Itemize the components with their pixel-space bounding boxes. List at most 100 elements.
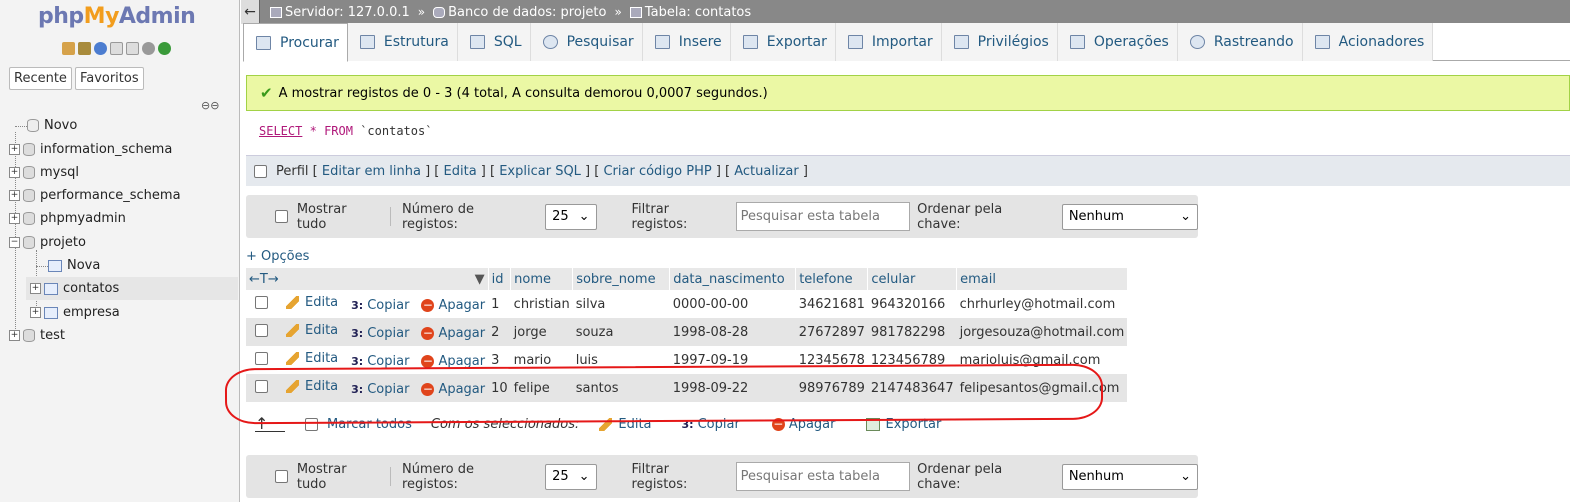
rows-select[interactable]: 25 ⌄ (545, 463, 597, 490)
column-nome[interactable]: nome (510, 268, 574, 290)
edit-row-button[interactable]: Edita (286, 295, 338, 310)
tab-triggers[interactable]: Acionadores (1302, 23, 1434, 61)
row-checkbox[interactable] (255, 352, 268, 365)
tree-item-empresa[interactable]: + empresa (30, 305, 120, 320)
chevron-down-icon: ⌄ (1180, 469, 1191, 484)
red-highlight-annotation (224, 363, 1104, 425)
tree-item-test[interactable]: + test (9, 328, 65, 343)
docs2-icon[interactable] (126, 42, 139, 55)
copy-row-button[interactable]: 3: Copiar (351, 326, 409, 341)
sort-triangle-icon: ▼ (474, 271, 485, 287)
tab-sql[interactable]: SQL (457, 23, 531, 61)
refresh-link[interactable]: Actualizar (734, 164, 798, 179)
tab-export[interactable]: Exportar (730, 23, 836, 61)
expand-icon: + (30, 283, 41, 294)
show-all-checkbox[interactable] (275, 210, 288, 223)
breadcrumb-table[interactable]: Tabela: contatos (629, 5, 751, 20)
search-icon (542, 35, 558, 49)
tree-item-information-schema[interactable]: + information_schema (9, 142, 172, 157)
filter-input[interactable]: Pesquisar esta tabela (735, 462, 911, 491)
home-icon[interactable] (62, 42, 75, 55)
exit-icon[interactable] (78, 42, 91, 55)
link-icon[interactable]: ⊖⊖ (201, 99, 219, 112)
tab-structure[interactable]: Estrutura (347, 23, 458, 61)
insert-icon (654, 35, 670, 49)
database-icon (433, 6, 446, 18)
expand-icon: + (9, 213, 20, 224)
breadcrumb: ← Servidor: 127.0.0.1 » Banco de dados: … (241, 0, 1570, 24)
delete-row-button[interactable]: − Apagar (421, 298, 485, 313)
show-all-checkbox[interactable] (275, 470, 288, 483)
docs-icon[interactable] (110, 42, 123, 55)
tree-item-new[interactable]: Novo (27, 118, 77, 133)
wrench-icon (1069, 35, 1085, 49)
expand-icon: + (30, 307, 41, 318)
back-arrow-icon[interactable]: ← (241, 0, 260, 24)
chevron-down-icon: ⌄ (578, 469, 590, 484)
phpmyadmin-logo[interactable]: phpMyAdmin (38, 4, 196, 29)
column-data-nascimento[interactable]: data_nascimento (669, 268, 797, 290)
help-icon[interactable] (94, 42, 107, 55)
rows-select[interactable]: 25 ⌄ (545, 203, 597, 230)
edit-link[interactable]: Edita (444, 164, 477, 179)
breadcrumb-database[interactable]: Banco de dados: projeto (433, 5, 606, 20)
copy-row-button[interactable]: 3: Copiar (351, 298, 409, 313)
chevron-down-icon: ⌄ (1180, 209, 1191, 224)
table-icon (44, 282, 58, 295)
expand-icon: + (9, 144, 20, 155)
tab-insert[interactable]: Insere (642, 23, 731, 61)
tree-item-phpmyadmin[interactable]: + phpmyadmin (9, 211, 126, 226)
tab-bar: Procurar Estrutura SQL Pesquisar Insere … (243, 23, 1570, 62)
tree-item-mysql[interactable]: + mysql (9, 165, 79, 180)
quick-icons (62, 42, 171, 55)
eye-icon (1189, 35, 1205, 49)
server-icon (270, 6, 282, 18)
profile-checkbox[interactable] (254, 164, 267, 178)
tree-item-new-table[interactable]: Nova (48, 258, 100, 273)
tab-import[interactable]: Importar (835, 23, 942, 61)
navigation-bar-top: Mostrar tudo Número de registos: 25 ⌄ Fil… (246, 195, 1198, 238)
gear-icon[interactable] (142, 42, 155, 55)
column-sobre-nome[interactable]: sobre_nome (572, 268, 671, 290)
tab-privileges[interactable]: Privilégios (941, 23, 1058, 61)
tab-search[interactable]: Pesquisar (530, 23, 643, 61)
copy-icon: 3: (351, 299, 364, 312)
success-message: ✔ A mostrar registos de 0 - 3 (4 total, A… (246, 75, 1570, 111)
favorites-button[interactable]: Favoritos (74, 67, 144, 90)
tree-item-performance-schema[interactable]: + performance_schema (9, 188, 181, 203)
collapse-icon: − (9, 237, 20, 248)
navigation-bar-bottom: Mostrar tudo Número de registos: 25 ⌄ Fil… (246, 455, 1198, 498)
edit-row-button[interactable]: Edita (286, 351, 338, 366)
edit-row-button[interactable]: Edita (286, 323, 338, 338)
row-checkbox[interactable] (255, 296, 268, 309)
recent-button[interactable]: Recente (9, 67, 72, 90)
table-icon (629, 6, 642, 18)
sort-select[interactable]: Nenhum ⌄ (1061, 203, 1198, 230)
query-options-bar: Perfil [ Editar em linha ] [ Edita ] [ E… (246, 155, 1570, 186)
pencil-icon (286, 296, 299, 309)
column-email[interactable]: email (956, 268, 1128, 290)
column-celular[interactable]: celular (867, 268, 958, 290)
explain-sql-link[interactable]: Explicar SQL (499, 164, 581, 179)
create-php-code-link[interactable]: Criar código PHP (603, 164, 711, 179)
tab-browse[interactable]: Procurar (243, 23, 348, 62)
tab-tracking[interactable]: Rastreando (1177, 23, 1303, 61)
sort-select[interactable]: Nenhum ⌄ (1061, 463, 1198, 490)
reload-icon[interactable] (158, 42, 171, 55)
row-checkbox[interactable] (255, 324, 268, 337)
column-telefone[interactable]: telefone (795, 268, 869, 290)
breadcrumb-server[interactable]: Servidor: 127.0.0.1 (270, 5, 410, 20)
pencil-icon (286, 324, 299, 337)
column-arrows[interactable]: ←T→ ▼ (246, 268, 489, 290)
edit-inline-link[interactable]: Editar em linha (322, 164, 421, 179)
options-link[interactable]: + Opções (246, 249, 309, 264)
tree-item-contatos[interactable]: + contatos (26, 277, 238, 300)
check-icon: ✔ (260, 84, 273, 102)
delete-icon: − (421, 326, 435, 340)
delete-row-button[interactable]: − Apagar (421, 326, 485, 341)
tree-item-projeto[interactable]: − projeto (9, 235, 86, 250)
column-id[interactable]: id (488, 268, 512, 290)
filter-input[interactable]: Pesquisar esta tabela (735, 202, 911, 231)
chevron-down-icon: ⌄ (578, 209, 590, 224)
tab-operations[interactable]: Operações (1057, 23, 1178, 61)
